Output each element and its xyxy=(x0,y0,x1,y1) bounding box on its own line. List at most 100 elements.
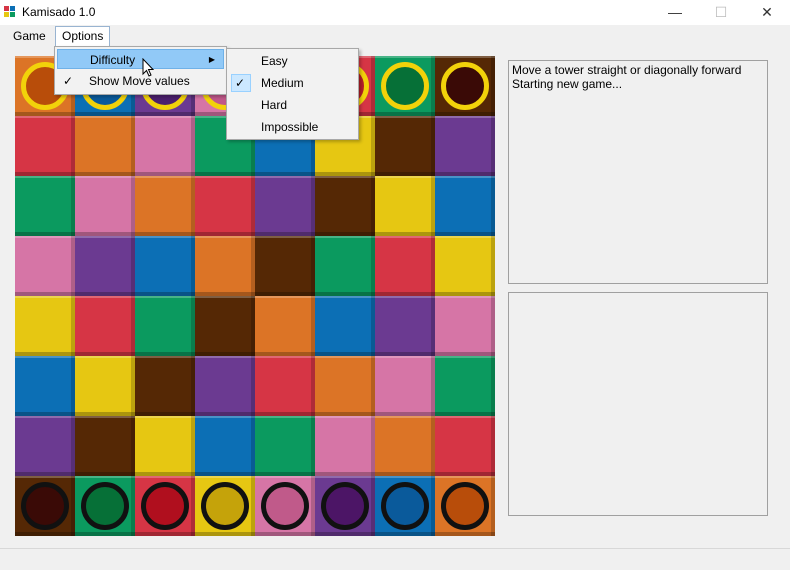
square-highlight xyxy=(15,356,75,358)
board-square-green[interactable] xyxy=(15,176,75,236)
board-square-red[interactable] xyxy=(135,476,195,536)
board-square-orange[interactable] xyxy=(375,416,435,476)
menu-item-easy[interactable]: Easy xyxy=(229,51,356,71)
menu-options[interactable]: Options xyxy=(55,26,111,47)
board-square-purple[interactable] xyxy=(435,116,495,176)
square-highlight xyxy=(75,176,135,178)
board-square-brown[interactable] xyxy=(135,356,195,416)
board-square-red[interactable] xyxy=(75,296,135,356)
square-highlight xyxy=(375,56,435,58)
menu-item-medium[interactable]: ✓ Medium xyxy=(229,73,356,93)
tower-bottom[interactable] xyxy=(321,482,369,530)
square-shadow xyxy=(491,116,495,176)
menu-game[interactable]: Game xyxy=(7,27,52,45)
check-icon: ✓ xyxy=(235,76,246,90)
board-square-red[interactable] xyxy=(195,176,255,236)
board-square-pink[interactable] xyxy=(75,176,135,236)
log-line: Starting new game... xyxy=(512,77,623,91)
board-square-green[interactable] xyxy=(255,416,315,476)
square-shadow xyxy=(491,236,495,296)
square-highlight xyxy=(15,476,75,478)
close-button[interactable]: ✕ xyxy=(744,0,790,25)
board-square-blue[interactable] xyxy=(315,296,375,356)
tower-bottom[interactable] xyxy=(21,482,69,530)
square-highlight xyxy=(75,476,135,478)
board-square-green[interactable] xyxy=(435,356,495,416)
board-square-pink[interactable] xyxy=(15,236,75,296)
board-square-red[interactable] xyxy=(375,236,435,296)
board-square-green[interactable] xyxy=(375,56,435,116)
board-square-brown[interactable] xyxy=(255,236,315,296)
log-line: Move a tower straight or diagonally forw… xyxy=(512,63,742,77)
tower-top[interactable] xyxy=(381,62,429,110)
board-square-brown[interactable] xyxy=(375,116,435,176)
board-square-blue[interactable] xyxy=(15,356,75,416)
board-square-pink[interactable] xyxy=(135,116,195,176)
board-square-purple[interactable] xyxy=(255,176,315,236)
board-square-pink[interactable] xyxy=(375,356,435,416)
board-square-red[interactable] xyxy=(15,116,75,176)
board-square-brown[interactable] xyxy=(15,476,75,536)
square-highlight xyxy=(315,236,375,238)
square-highlight xyxy=(375,296,435,298)
board-square-yellow[interactable] xyxy=(195,476,255,536)
board-square-blue[interactable] xyxy=(375,476,435,536)
board-square-pink[interactable] xyxy=(255,476,315,536)
board-square-green[interactable] xyxy=(135,296,195,356)
square-shadow xyxy=(375,532,435,536)
tower-bottom[interactable] xyxy=(141,482,189,530)
board-square-blue[interactable] xyxy=(195,416,255,476)
board-square-pink[interactable] xyxy=(435,296,495,356)
menu-item-impossible[interactable]: Impossible xyxy=(229,117,356,137)
board-square-purple[interactable] xyxy=(375,296,435,356)
board-square-orange[interactable] xyxy=(255,296,315,356)
board-square-yellow[interactable] xyxy=(75,356,135,416)
board-square-purple[interactable] xyxy=(15,416,75,476)
menu-item-difficulty[interactable]: Difficulty ▶ xyxy=(57,49,224,69)
square-highlight xyxy=(255,416,315,418)
tower-bottom[interactable] xyxy=(81,482,129,530)
tower-bottom[interactable] xyxy=(261,482,309,530)
board-square-pink[interactable] xyxy=(315,416,375,476)
board-square-brown[interactable] xyxy=(195,296,255,356)
board-square-purple[interactable] xyxy=(75,236,135,296)
board-square-red[interactable] xyxy=(435,416,495,476)
board-square-orange[interactable] xyxy=(195,236,255,296)
board-square-green[interactable] xyxy=(315,236,375,296)
board-square-brown[interactable] xyxy=(75,416,135,476)
square-shadow xyxy=(195,532,255,536)
board-square-blue[interactable] xyxy=(435,176,495,236)
minimize-button[interactable]: — xyxy=(652,0,698,25)
board-square-orange[interactable] xyxy=(315,356,375,416)
tower-top[interactable] xyxy=(441,62,489,110)
square-highlight xyxy=(255,476,315,478)
tower-bottom[interactable] xyxy=(201,482,249,530)
board-square-green[interactable] xyxy=(75,476,135,536)
square-highlight xyxy=(375,476,435,478)
check-icon: ✓ xyxy=(63,74,74,88)
board-square-yellow[interactable] xyxy=(435,236,495,296)
board-square-orange[interactable] xyxy=(135,176,195,236)
maximize-button[interactable]: ☐ xyxy=(698,0,744,25)
square-shadow xyxy=(491,356,495,416)
square-highlight xyxy=(135,116,195,118)
board-square-yellow[interactable] xyxy=(135,416,195,476)
board-square-brown[interactable] xyxy=(435,56,495,116)
tower-bottom[interactable] xyxy=(381,482,429,530)
board-square-blue[interactable] xyxy=(135,236,195,296)
square-highlight xyxy=(255,236,315,238)
board-square-orange[interactable] xyxy=(435,476,495,536)
square-highlight xyxy=(195,356,255,358)
board-square-orange[interactable] xyxy=(75,116,135,176)
square-highlight xyxy=(255,356,315,358)
menu-item-hard[interactable]: Hard xyxy=(229,95,356,115)
app-icon xyxy=(4,6,16,18)
board-square-purple[interactable] xyxy=(315,476,375,536)
board-square-purple[interactable] xyxy=(195,356,255,416)
board-square-brown[interactable] xyxy=(315,176,375,236)
menu-item-show-move-values[interactable]: ✓ Show Move values xyxy=(57,71,224,91)
board-square-yellow[interactable] xyxy=(15,296,75,356)
board-square-yellow[interactable] xyxy=(375,176,435,236)
tower-bottom[interactable] xyxy=(441,482,489,530)
board-square-red[interactable] xyxy=(255,356,315,416)
